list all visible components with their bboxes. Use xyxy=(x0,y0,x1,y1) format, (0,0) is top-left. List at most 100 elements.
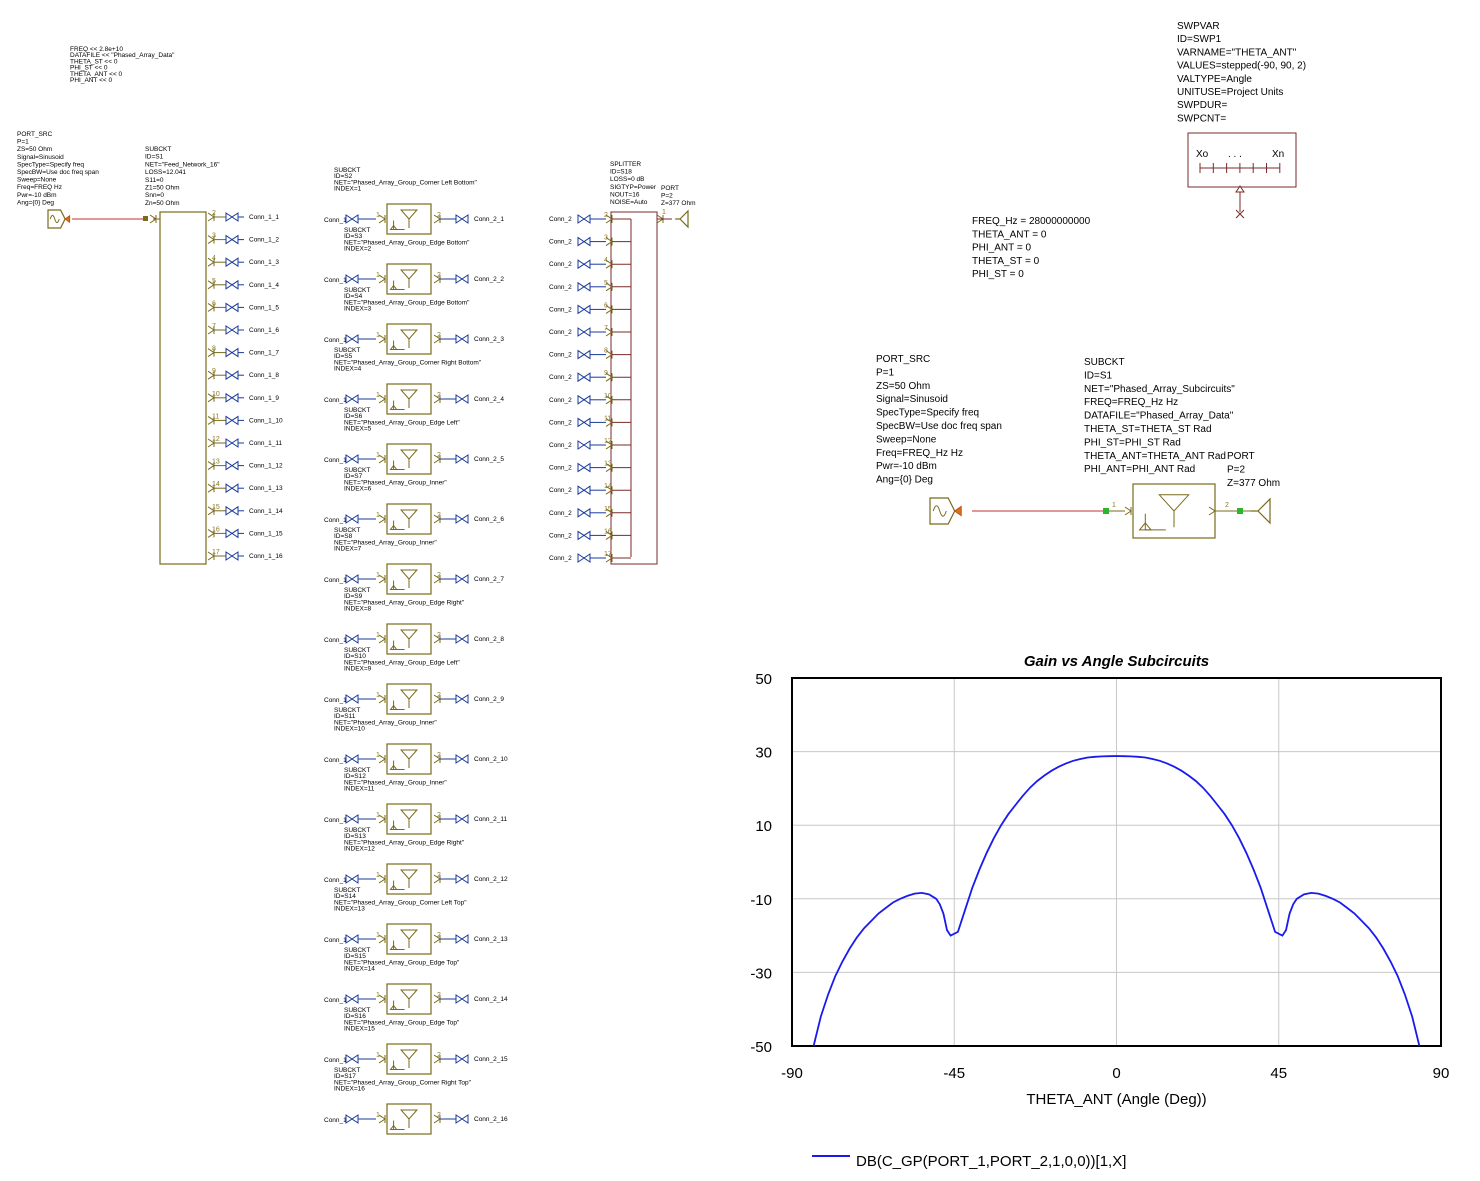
conn-label[interactable]: Conn_2_2 xyxy=(474,276,504,283)
conn-label[interactable]: Conn_2_15 xyxy=(474,1056,508,1063)
conn-label[interactable]: Conn_1_6 xyxy=(249,327,279,334)
connector-icon[interactable] xyxy=(455,694,469,704)
connector-icon[interactable] xyxy=(225,415,239,426)
connector-icon[interactable] xyxy=(345,934,359,944)
connector-icon[interactable] xyxy=(345,874,359,884)
splitter[interactable]: SPLITTERID=S18LOSS=0 dBSIGTYP=PowerNOUT=… xyxy=(549,161,696,565)
conn-label[interactable]: Conn_1_5 xyxy=(249,304,279,311)
conn-label[interactable]: Conn_1 xyxy=(324,877,347,884)
connector-icon[interactable] xyxy=(225,302,239,313)
conn-label[interactable]: Conn_1_10 xyxy=(249,417,283,424)
conn-label[interactable]: Conn_1 xyxy=(324,217,347,224)
conn-label[interactable]: Conn_1_3 xyxy=(249,259,279,266)
connector-icon[interactable] xyxy=(455,934,469,944)
connector-icon[interactable] xyxy=(455,634,469,644)
swpvar-block[interactable]: SWPVAR ID=SWP1 VARNAME="THETA_ANT" VALUES=s… xyxy=(1177,21,1306,219)
conn-label[interactable]: Conn_1_11 xyxy=(249,440,283,447)
antenna-subckt-icon[interactable] xyxy=(386,563,432,595)
connector-icon[interactable] xyxy=(225,483,239,494)
antenna-subckt-icon[interactable] xyxy=(386,323,432,355)
conn-label[interactable]: Conn_1 xyxy=(324,517,347,524)
connector-icon[interactable] xyxy=(225,460,239,471)
conn-label[interactable]: Conn_1_13 xyxy=(249,485,283,492)
connector-icon[interactable] xyxy=(225,234,239,245)
conn-label[interactable]: Conn_2_10 xyxy=(474,756,508,763)
connector-icon[interactable] xyxy=(225,392,239,403)
connector-icon[interactable] xyxy=(455,514,469,524)
conn-label[interactable]: Conn_1_1 xyxy=(249,214,279,221)
conn-label[interactable]: Conn_2 xyxy=(549,419,572,426)
connector-icon[interactable] xyxy=(345,214,359,224)
connector-icon[interactable] xyxy=(225,370,239,381)
conn-label[interactable]: Conn_2 xyxy=(549,397,572,404)
connector-icon[interactable] xyxy=(345,1054,359,1064)
conn-label[interactable]: Conn_1_12 xyxy=(249,463,283,470)
conn-label[interactable]: Conn_2_6 xyxy=(474,516,504,523)
conn-label[interactable]: Conn_2 xyxy=(549,329,572,336)
conn-label[interactable]: Conn_2 xyxy=(549,216,572,223)
connector-icon[interactable] xyxy=(577,553,591,563)
conn-label[interactable]: Conn_1_15 xyxy=(249,530,283,537)
sine-source-icon[interactable] xyxy=(929,497,962,525)
gain-vs-angle-chart[interactable]: Gain vs Angle Subcircuits 50 30 10 -10 -30 -50… xyxy=(750,653,1449,1170)
antenna-subckt-icon[interactable] xyxy=(386,443,432,475)
conn-label[interactable]: Conn_1_2 xyxy=(249,237,279,244)
conn-label[interactable]: Conn_2 xyxy=(549,352,572,359)
conn-label[interactable]: Conn_2_8 xyxy=(474,636,504,643)
antenna-subckt-icon[interactable] xyxy=(386,863,432,895)
conn-label[interactable]: Conn_1 xyxy=(324,457,347,464)
connector-icon[interactable] xyxy=(577,349,591,360)
conn-label[interactable]: Conn_2_3 xyxy=(474,336,504,343)
connector-icon[interactable] xyxy=(455,454,469,464)
connector-icon[interactable] xyxy=(345,694,359,704)
connector-icon[interactable] xyxy=(345,814,359,824)
conn-label[interactable]: Conn_2 xyxy=(549,510,572,517)
conn-label[interactable]: Conn_2_12 xyxy=(474,876,508,883)
conn-label[interactable]: Conn_1 xyxy=(324,937,347,944)
conn-label[interactable]: Conn_2 xyxy=(549,532,572,539)
connector-icon[interactable] xyxy=(577,259,591,270)
conn-label[interactable]: Conn_1 xyxy=(324,637,347,644)
antenna-subckt-icon[interactable] xyxy=(386,803,432,835)
connector-icon[interactable] xyxy=(225,325,239,335)
connector-icon[interactable] xyxy=(577,417,591,428)
connector-icon[interactable] xyxy=(345,454,359,464)
conn-label[interactable]: Conn_1 xyxy=(324,697,347,704)
conn-label[interactable]: Conn_2_16 xyxy=(474,1116,508,1123)
conn-label[interactable]: Conn_2 xyxy=(549,442,572,449)
conn-label[interactable]: Conn_2 xyxy=(549,261,572,268)
connector-icon[interactable] xyxy=(225,212,239,222)
sine-source-icon[interactable] xyxy=(47,209,71,229)
conn-label[interactable]: Conn_2 xyxy=(549,239,572,246)
connector-icon[interactable] xyxy=(455,274,469,284)
group-subcircuits[interactable]: SUBCKTID=S2NET="Phased_Array_Group_Corne… xyxy=(324,167,508,1135)
antenna-subckt-icon[interactable] xyxy=(1132,483,1216,539)
conn-label[interactable]: Conn_2_14 xyxy=(474,996,508,1003)
connector-icon[interactable] xyxy=(225,279,239,290)
connector-icon[interactable] xyxy=(455,574,469,584)
conn-label[interactable]: Conn_1 xyxy=(324,997,347,1004)
antenna-subckt-icon[interactable] xyxy=(386,743,432,775)
connector-icon[interactable] xyxy=(455,814,469,824)
conn-label[interactable]: Conn_2_13 xyxy=(474,936,508,943)
conn-label[interactable]: Conn_2 xyxy=(549,487,572,494)
connector-icon[interactable] xyxy=(455,214,469,224)
conn-label[interactable]: Conn_1 xyxy=(324,1117,347,1124)
connector-icon[interactable] xyxy=(577,485,591,496)
connector-icon[interactable] xyxy=(455,394,469,404)
connector-icon[interactable] xyxy=(455,874,469,884)
connector-icon[interactable] xyxy=(345,334,359,344)
port-icon[interactable] xyxy=(675,209,689,229)
antenna-subckt-icon[interactable] xyxy=(386,203,432,235)
connector-icon[interactable] xyxy=(225,347,239,358)
connector-icon[interactable] xyxy=(455,334,469,344)
connector-icon[interactable] xyxy=(225,257,239,268)
conn-label[interactable]: Conn_1_7 xyxy=(249,350,279,357)
antenna-subckt-icon[interactable] xyxy=(386,683,432,715)
connector-icon[interactable] xyxy=(455,1054,469,1064)
port-icon[interactable] xyxy=(1250,497,1271,525)
connector-icon[interactable] xyxy=(345,574,359,584)
conn-label[interactable]: Conn_1_9 xyxy=(249,395,279,402)
connector-icon[interactable] xyxy=(577,327,591,337)
connector-icon[interactable] xyxy=(577,214,591,224)
